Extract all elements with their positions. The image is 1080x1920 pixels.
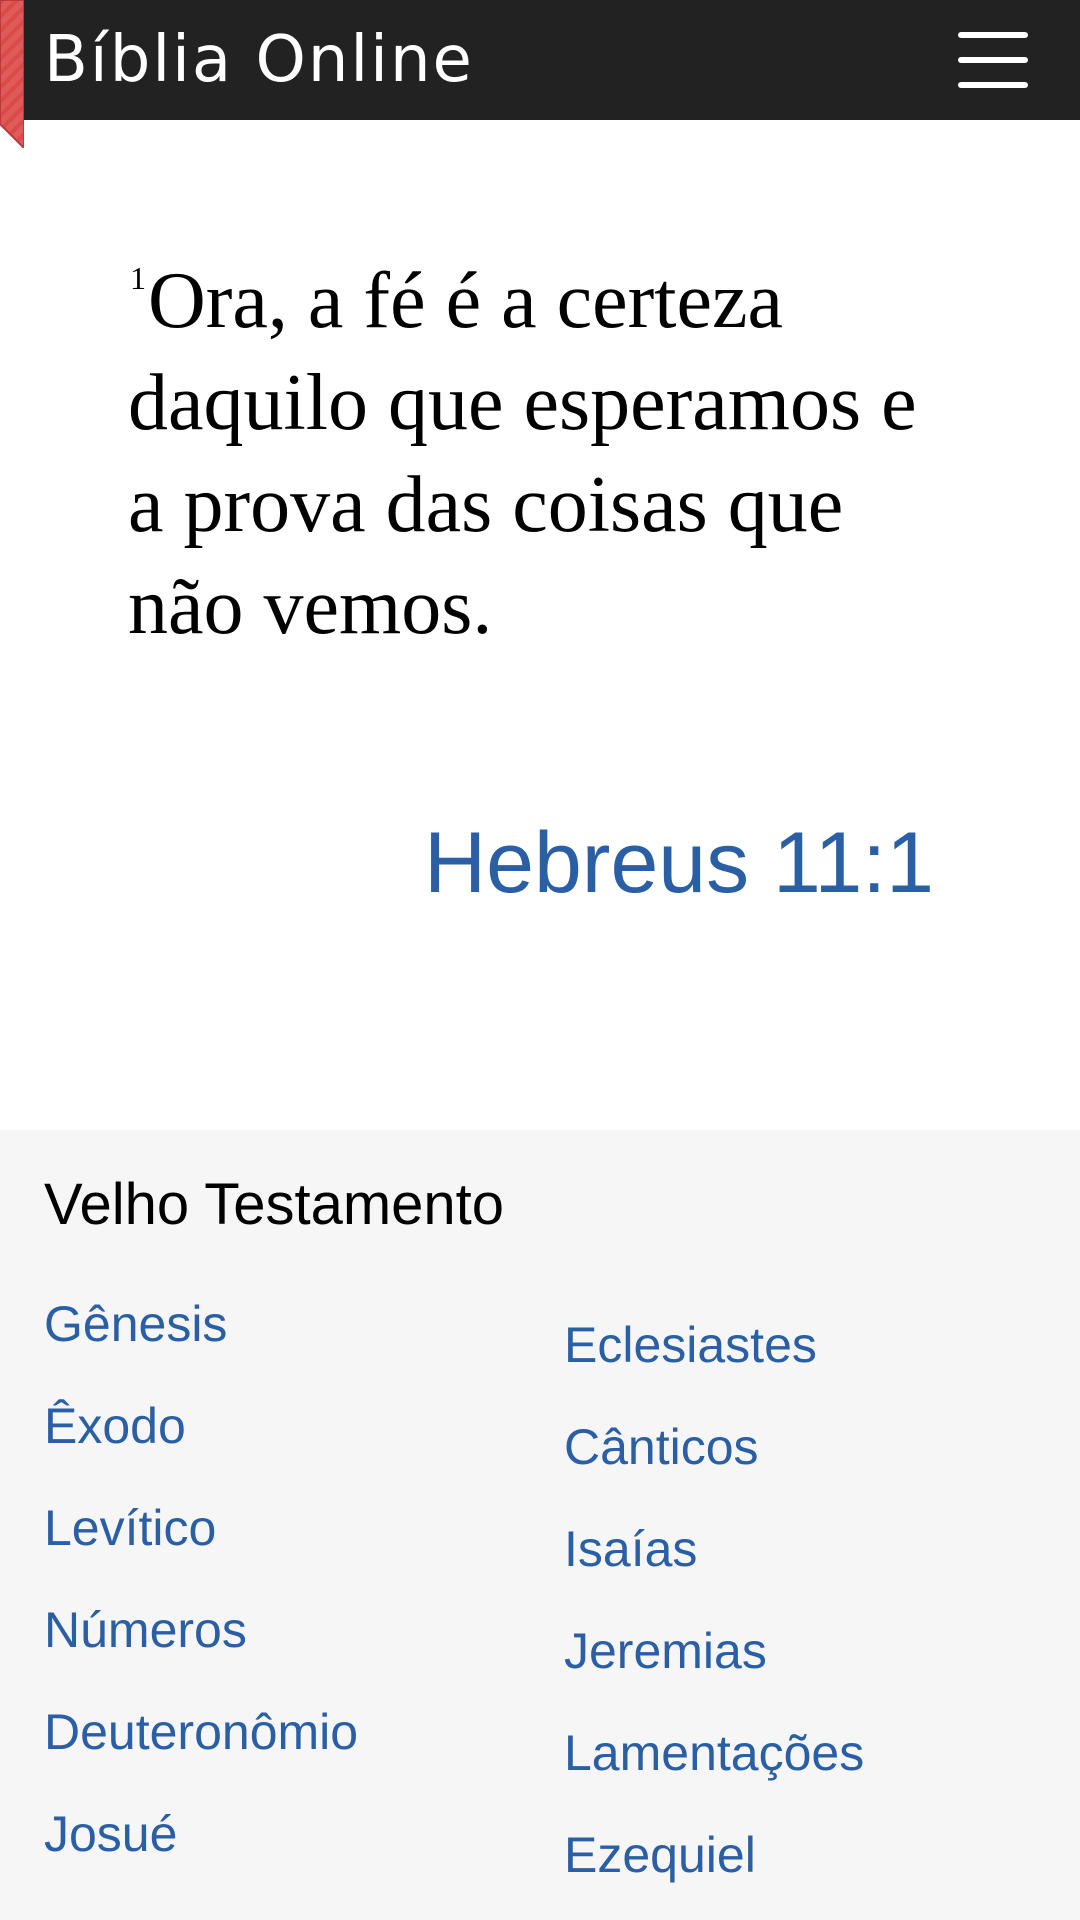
verse-reference-link[interactable]: Hebreus 11:1 — [424, 808, 934, 918]
book-item: Levítico — [44, 1499, 358, 1601]
book-link-exodo[interactable]: Êxodo — [44, 1398, 186, 1454]
app-title[interactable]: Bíblia Online — [44, 18, 474, 102]
book-item: Êxodo — [44, 1397, 358, 1499]
book-item: Ezequiel — [564, 1826, 864, 1920]
verse-block: 1Ora, a fé é a certeza daquilo que esper… — [128, 250, 928, 658]
book-item: Eclesiastes — [564, 1316, 864, 1418]
book-link-lamentacoes[interactable]: Lamentações — [564, 1725, 864, 1781]
book-item: Lamentações — [564, 1724, 864, 1826]
verse-text: Ora, a fé é a certeza daquilo que espera… — [128, 257, 917, 651]
book-link-canticos[interactable]: Cânticos — [564, 1419, 759, 1475]
book-link-genesis[interactable]: Gênesis — [44, 1296, 227, 1352]
book-link-ezequiel[interactable]: Ezequiel — [564, 1827, 756, 1883]
book-link-numeros[interactable]: Números — [44, 1602, 247, 1658]
book-item: Deuteronômio — [44, 1703, 358, 1805]
book-item: Josué — [44, 1805, 358, 1907]
book-item: Gênesis — [44, 1295, 358, 1397]
book-item: Isaías — [564, 1520, 864, 1622]
book-link-jeremias[interactable]: Jeremias — [564, 1623, 767, 1679]
book-link-levitico[interactable]: Levítico — [44, 1500, 216, 1556]
book-link-eclesiastes[interactable]: Eclesiastes — [564, 1317, 817, 1373]
book-item: Cânticos — [564, 1418, 864, 1520]
book-link-josue[interactable]: Josué — [44, 1806, 177, 1862]
hamburger-menu-icon[interactable] — [948, 24, 1038, 96]
verse-number: 1 — [130, 260, 146, 296]
section-title: Velho Testamento — [44, 1172, 505, 1237]
book-list-left: Gênesis Êxodo Levítico Números Deuteronô… — [44, 1295, 358, 1907]
old-testament-section: Velho Testamento Gênesis Êxodo Levítico … — [0, 1130, 1080, 1920]
book-link-isaias[interactable]: Isaías — [564, 1521, 697, 1577]
book-item: Jeremias — [564, 1622, 864, 1724]
app-header: Bíblia Online — [0, 0, 1080, 148]
bookmark-ribbon-icon — [0, 0, 24, 148]
book-item: Números — [44, 1601, 358, 1703]
book-link-deuteronomio[interactable]: Deuteronômio — [44, 1704, 358, 1760]
book-list-right: Eclesiastes Cânticos Isaías Jeremias Lam… — [564, 1316, 864, 1920]
